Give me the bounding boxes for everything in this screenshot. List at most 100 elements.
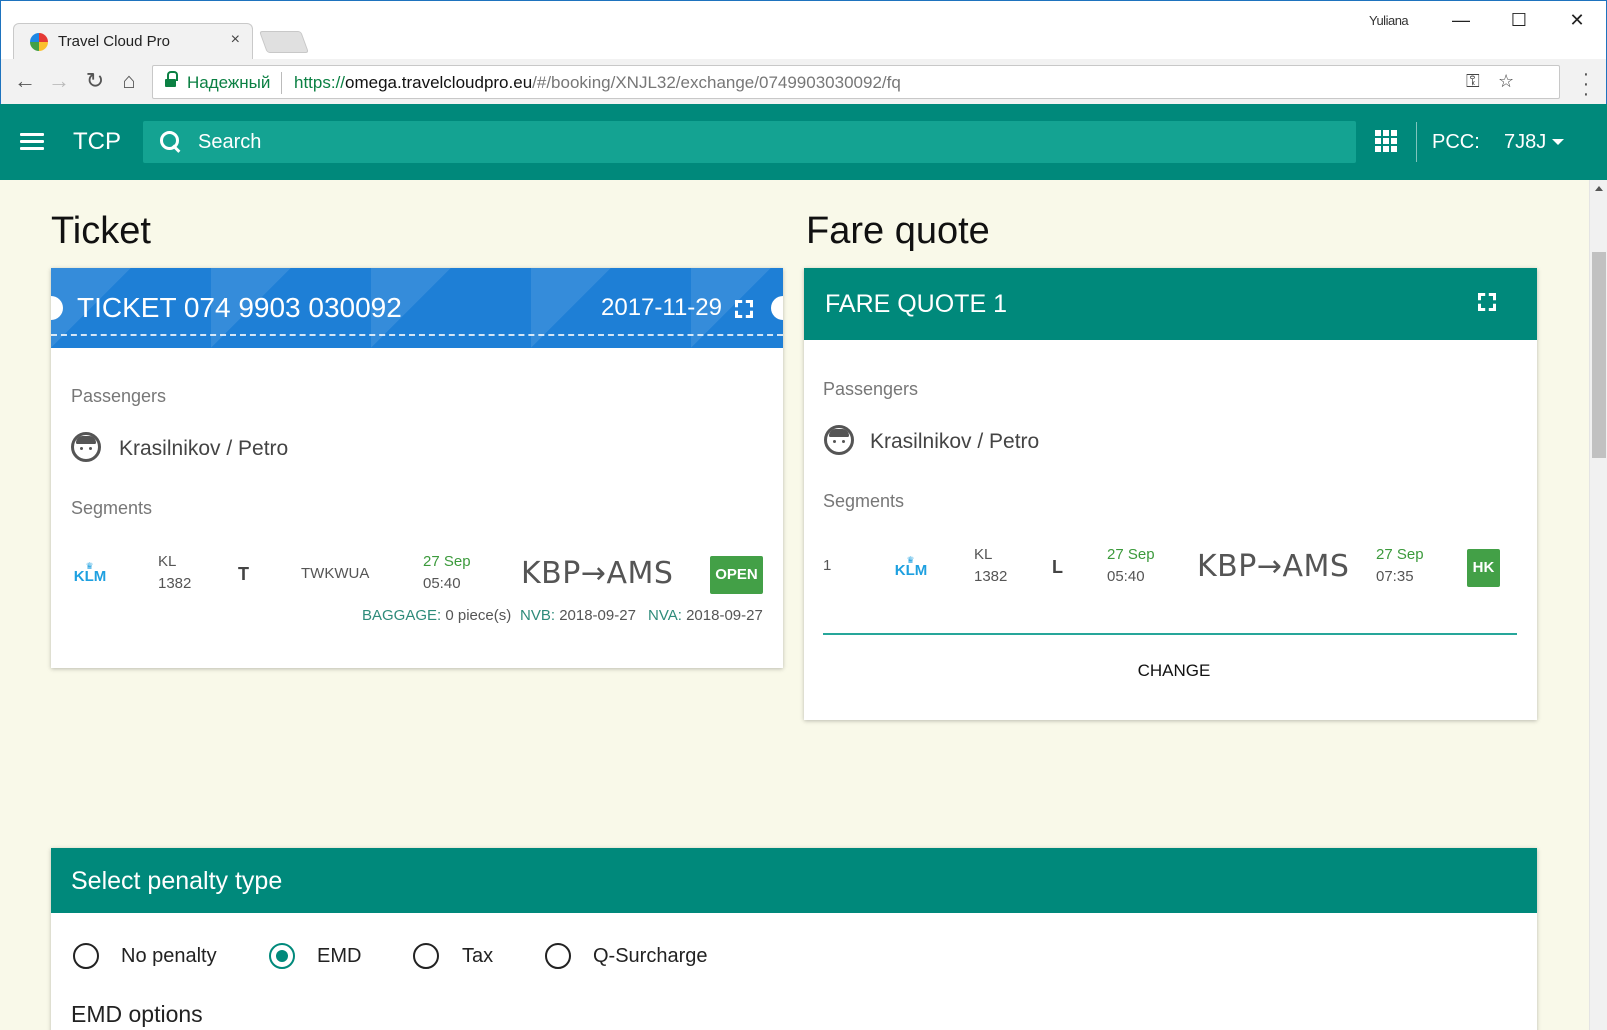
fare-quote-title: FARE QUOTE 1 xyxy=(825,290,1007,318)
address-separator xyxy=(281,72,282,94)
passengers-label: Passengers xyxy=(71,386,167,406)
reload-icon[interactable]: ↻ xyxy=(81,67,109,95)
passenger-name[interactable]: Krasilnikov / Petro xyxy=(870,430,1039,454)
secure-label: Надежный xyxy=(187,73,271,92)
url-path: /#/booking/XNJL32/exchange/0749903030092… xyxy=(532,73,901,92)
segment-route: KBP→AMS xyxy=(1197,549,1350,584)
tab-title: Travel Cloud Pro xyxy=(58,33,170,50)
search-bar[interactable] xyxy=(143,121,1356,163)
app-header: TCP PCC: 7J8J xyxy=(0,104,1607,180)
nva-detail: NVA: 2018-09-27 xyxy=(648,607,763,624)
fare-quote-divider xyxy=(823,633,1517,635)
radio-tax[interactable] xyxy=(413,943,439,969)
radio-q-surcharge[interactable] xyxy=(545,943,571,969)
radio-label-q-surcharge[interactable]: Q-Surcharge xyxy=(593,945,708,968)
tab-close-icon[interactable]: × xyxy=(231,31,240,49)
penalty-card: Select penalty type No penalty EMD Tax Q… xyxy=(51,848,1537,1030)
new-tab-button[interactable] xyxy=(258,31,310,53)
home-icon[interactable]: ⌂ xyxy=(115,67,143,95)
ticket-notch-right xyxy=(771,296,783,320)
close-window-button[interactable]: ✕ xyxy=(1557,7,1597,33)
url-text[interactable]: https://omega.travelcloudpro.eu/#/bookin… xyxy=(294,73,901,93)
page-scrollbar[interactable] xyxy=(1589,180,1607,1030)
segment-carrier: KL xyxy=(158,553,177,570)
star-icon[interactable]: ☆ xyxy=(1498,71,1514,92)
segment-class: T xyxy=(238,564,249,584)
caret-down-icon[interactable] xyxy=(1552,139,1564,145)
url-scheme: https:// xyxy=(294,73,346,92)
address-bar[interactable]: Надежный https://omega.travelcloudpro.eu… xyxy=(152,65,1560,99)
search-icon xyxy=(158,129,182,153)
nva-value: 2018-09-27 xyxy=(686,607,763,624)
favicon-icon xyxy=(30,33,48,51)
radio-label-no-penalty[interactable]: No penalty xyxy=(121,945,217,968)
lock-icon xyxy=(165,71,178,89)
fare-quote-section-title: Fare quote xyxy=(806,210,990,252)
apps-grid-icon[interactable] xyxy=(1375,130,1397,152)
segment-fare-basis: TWKWUA xyxy=(301,565,370,582)
browser-toolbar: ← → ↻ ⌂ Надежный https://omega.travelclo… xyxy=(1,59,1606,105)
nvb-value: 2018-09-27 xyxy=(559,607,636,624)
key-icon[interactable]: ⚿ xyxy=(1466,71,1480,92)
segment-flight: 1382 xyxy=(158,575,192,592)
passengers-label: Passengers xyxy=(823,379,919,399)
ticket-perforation xyxy=(51,334,783,336)
menu-icon[interactable] xyxy=(20,133,44,151)
radio-label-tax[interactable]: Tax xyxy=(462,945,493,968)
ticket-number: TICKET 074 9903 030092 xyxy=(77,292,402,323)
radio-label-emd[interactable]: EMD xyxy=(317,945,361,968)
segment-class: L xyxy=(1052,557,1063,577)
search-input[interactable] xyxy=(198,121,1338,163)
url-host: omega.travelcloudpro.eu xyxy=(345,73,533,92)
segments-label: Segments xyxy=(823,491,905,511)
maximize-button[interactable]: ☐ xyxy=(1499,7,1539,33)
emd-options-heading: EMD options xyxy=(71,1001,203,1027)
segment-carrier: KL xyxy=(974,546,993,563)
segment-number: 1 xyxy=(823,557,832,574)
browser-tab[interactable]: Travel Cloud Pro × xyxy=(13,23,253,59)
fullscreen-icon[interactable] xyxy=(1478,293,1496,311)
title-bar: Travel Cloud Pro × Yuliana — ☐ ✕ xyxy=(1,1,1606,59)
scroll-thumb[interactable] xyxy=(1592,252,1606,458)
header-divider xyxy=(1416,122,1417,162)
scroll-up-arrow-icon[interactable] xyxy=(1595,186,1603,191)
change-button[interactable]: CHANGE xyxy=(1124,661,1224,681)
ticket-card: TICKET 074 9903 030092 2017-11-29 Passen… xyxy=(51,268,783,668)
radio-emd[interactable] xyxy=(269,943,295,969)
ticket-notch-left xyxy=(51,296,63,320)
fare-quote-header: FARE QUOTE 1 xyxy=(804,268,1537,340)
nva-label: NVA: xyxy=(648,607,682,624)
brand-title[interactable]: TCP xyxy=(73,128,121,156)
passenger-face-icon xyxy=(71,432,101,462)
passenger-name[interactable]: Krasilnikov / Petro xyxy=(119,437,288,461)
klm-logo-icon: ♛ KLM xyxy=(894,555,928,579)
ticket-header: TICKET 074 9903 030092 2017-11-29 xyxy=(51,268,783,348)
pcc-label: PCC: xyxy=(1432,131,1480,153)
fullscreen-icon[interactable] xyxy=(735,300,753,318)
forward-icon[interactable]: → xyxy=(45,67,73,95)
baggage-label: BAGGAGE: xyxy=(362,607,442,624)
segment-details: BAGGAGE: 0 piece(s) xyxy=(362,607,511,624)
baggage-value: 0 piece(s) xyxy=(445,607,512,624)
minimize-button[interactable]: — xyxy=(1441,7,1481,33)
segment-departure-time: 05:40 xyxy=(423,575,461,592)
passenger-face-icon xyxy=(824,425,854,455)
ticket-section-title: Ticket xyxy=(51,210,151,252)
segment-flight: 1382 xyxy=(974,568,1008,585)
klm-logo-icon: ♛ KLM xyxy=(73,561,107,585)
page-content: Ticket Fare quote TICKET 074 9903 030092… xyxy=(0,180,1589,1030)
profile-name[interactable]: Yuliana xyxy=(1369,13,1409,28)
status-badge: HK xyxy=(1467,549,1500,587)
segments-label: Segments xyxy=(71,498,153,518)
segment-departure-date: 27 Sep xyxy=(1107,546,1155,563)
nvb-label: NVB: xyxy=(520,607,556,624)
back-icon[interactable]: ← xyxy=(11,67,39,95)
ticket-date: 2017-11-29 xyxy=(601,294,722,321)
segment-route: KBP→AMS xyxy=(521,556,674,591)
pcc-select[interactable]: 7J8J xyxy=(1504,131,1546,154)
segment-arrival-date: 27 Sep xyxy=(1376,546,1424,563)
menu-dots-icon[interactable]: · · · xyxy=(1579,64,1593,104)
penalty-title: Select penalty type xyxy=(71,867,283,895)
browser-chrome: Travel Cloud Pro × Yuliana — ☐ ✕ ← → ↻ ⌂… xyxy=(0,0,1607,105)
radio-no-penalty[interactable] xyxy=(73,943,99,969)
